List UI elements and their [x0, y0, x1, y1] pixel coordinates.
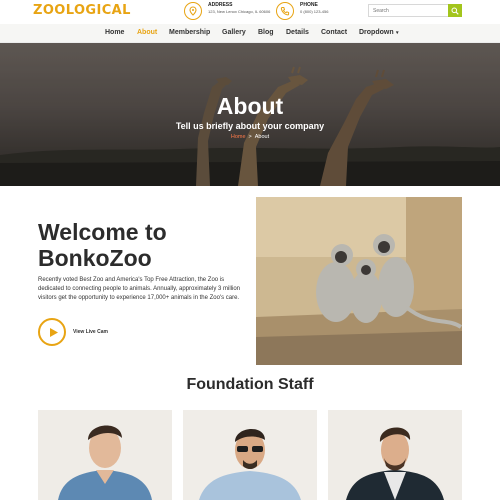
nav-item-membership[interactable]: Membership	[169, 29, 210, 36]
nav-item-contact[interactable]: Contact	[321, 29, 347, 36]
staff-photo	[183, 410, 317, 500]
breadcrumb: Home > About	[0, 134, 500, 140]
welcome-heading: Welcome to BonkoZoo	[38, 219, 167, 271]
phone-icon	[276, 2, 294, 20]
main-navigation: Home About Membership Gallery Blog Detai…	[0, 24, 500, 43]
breadcrumb-home-link[interactable]: Home	[231, 134, 246, 140]
nav-item-blog[interactable]: Blog	[258, 29, 274, 36]
address-block: ADDRESS 123, New Lenox Chicago, IL 60606	[184, 1, 274, 23]
nav-item-dropdown[interactable]: Dropdown ▾	[359, 29, 399, 36]
top-header: ZOOLOGICAL ADDRESS 123, New Lenox Chicag…	[0, 0, 500, 24]
address-value: 123, New Lenox Chicago, IL 60606	[208, 9, 271, 14]
search-icon	[451, 7, 459, 15]
search-input[interactable]	[368, 4, 448, 17]
nav-item-about[interactable]: About	[137, 29, 157, 36]
nav-item-gallery[interactable]: Gallery	[222, 29, 246, 36]
langur-monkeys-image	[256, 197, 462, 365]
search-form	[368, 4, 462, 17]
site-logo[interactable]: ZOOLOGICAL	[33, 3, 131, 18]
welcome-description: Recently voted Best Zoo and America's To…	[38, 277, 241, 301]
staff-card-1[interactable]	[38, 410, 172, 500]
location-pin-icon	[184, 2, 202, 20]
address-label: ADDRESS	[208, 2, 233, 8]
nav-item-details[interactable]: Details	[286, 29, 309, 36]
staff-card-2[interactable]	[183, 410, 317, 500]
caret-down-icon: ▾	[394, 30, 399, 36]
nav-item-home[interactable]: Home	[105, 29, 124, 36]
breadcrumb-separator: >	[248, 134, 252, 140]
phone-value[interactable]: 0 (800) 123-456	[300, 9, 370, 15]
phone-block: PHONE 0 (800) 123-456	[276, 1, 366, 23]
page-hero-banner: About Tell us briefly about your company…	[0, 43, 500, 186]
view-live-cam-label[interactable]: View Live Cam	[73, 329, 108, 335]
staff-photo	[38, 410, 172, 500]
search-button[interactable]	[448, 4, 462, 17]
page-subtitle: Tell us briefly about your company	[175, 121, 325, 131]
staff-section-heading: Foundation Staff	[186, 376, 314, 393]
page-title: About	[216, 93, 284, 119]
staff-photo	[328, 410, 462, 500]
play-button-icon[interactable]	[38, 318, 66, 346]
nav-dropdown-label: Dropdown	[359, 29, 394, 36]
breadcrumb-current: About	[254, 134, 270, 140]
staff-card-3[interactable]	[328, 410, 462, 500]
phone-label: PHONE	[300, 2, 318, 8]
